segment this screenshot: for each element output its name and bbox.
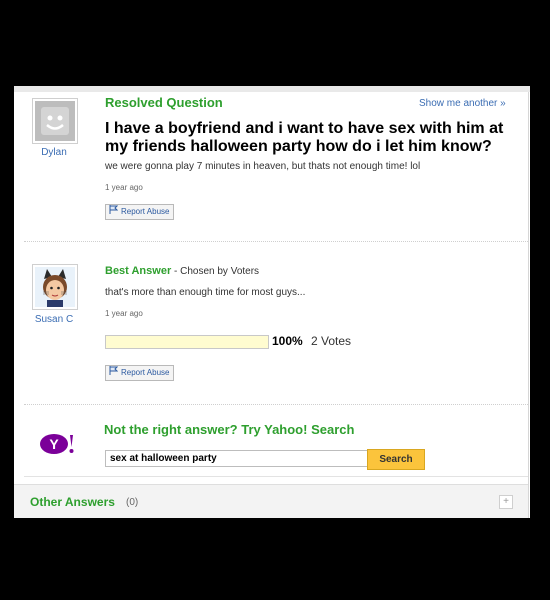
question-details: we were gonna play 7 minutes in heaven, … [105, 161, 421, 172]
vote-bar [105, 335, 269, 349]
best-answer-label: Best Answer [105, 265, 172, 277]
report-abuse-button[interactable]: Report Abuse [105, 204, 175, 220]
asker-avatar[interactable] [32, 98, 78, 144]
question-card: Dylan Resolved Question Show me another … [14, 92, 529, 518]
report-abuse-label: Report Abuse [121, 207, 170, 217]
resolved-question-heading: Resolved Question [105, 95, 223, 110]
best-answer-text: that's more than enough time for most gu… [105, 287, 306, 298]
asker-name[interactable]: Dylan [19, 147, 89, 158]
vote-count: 2 Votes [311, 334, 352, 348]
flag-icon [109, 205, 119, 219]
search-prompt: Not the right answer? Try Yahoo! Search [104, 422, 355, 437]
search-input[interactable]: sex at halloween party [105, 450, 369, 467]
default-avatar-icon [35, 101, 75, 141]
report-abuse-label: Report Abuse [121, 368, 170, 378]
best-answer-time: 1 year ago [105, 309, 143, 318]
chosen-by-label: - Chosen by Voters [171, 266, 260, 277]
other-answers-count: (0) [126, 497, 139, 508]
vote-percent: 100% [272, 334, 303, 348]
section-divider [24, 476, 528, 477]
other-answers-bar[interactable]: Other Answers (0) + [14, 484, 528, 518]
section-divider [24, 404, 528, 405]
best-answer-heading: Best Answer - Chosen by Voters [105, 265, 259, 277]
answerer-avatar[interactable] [32, 264, 78, 310]
search-button[interactable]: Search [367, 449, 425, 470]
cat-girl-avatar-icon [35, 267, 75, 307]
report-abuse-button-answer[interactable]: Report Abuse [105, 365, 175, 381]
svg-text:Y: Y [49, 436, 59, 452]
expand-icon[interactable]: + [499, 495, 513, 509]
question-time: 1 year ago [105, 183, 143, 192]
show-another-link[interactable]: Show me another » [419, 98, 506, 109]
answerer-name[interactable]: Susan C [19, 314, 89, 325]
section-divider [24, 241, 528, 242]
question-title: I have a boyfriend and i want to have se… [105, 120, 504, 155]
yahoo-logo-icon: Y [40, 433, 74, 455]
other-answers-title: Other Answers [30, 495, 115, 509]
yahoo-answers-page: Dylan Resolved Question Show me another … [14, 86, 530, 518]
flag-icon [109, 366, 119, 380]
